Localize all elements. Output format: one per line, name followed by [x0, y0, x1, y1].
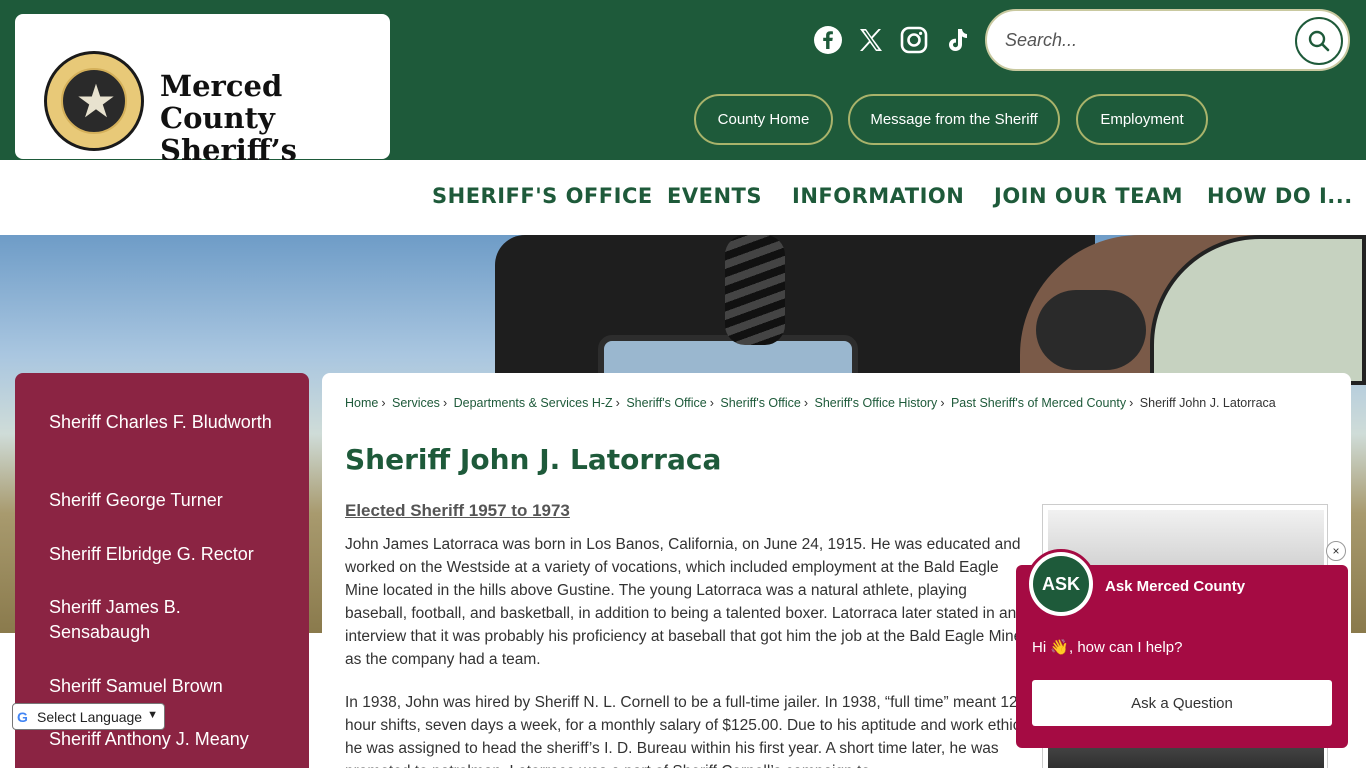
nav-information[interactable]: INFORMATION	[792, 184, 964, 208]
sidebar-item-rector[interactable]: Sheriff Elbridge G. Rector	[49, 542, 279, 567]
language-select-label: Select Language	[37, 708, 143, 725]
breadcrumb-separator: ›	[709, 396, 714, 410]
ask-question-button[interactable]: Ask a Question	[1032, 680, 1332, 726]
nav-sheriffs-office[interactable]: SHERIFF'S OFFICE	[432, 184, 653, 208]
breadcrumb-home[interactable]: Home	[345, 396, 378, 410]
breadcrumb-sheriffs-office[interactable]: Sheriff's Office	[626, 396, 706, 410]
section-subheading: Elected Sheriff 1957 to 1973	[345, 501, 570, 520]
breadcrumb-separator: ›	[381, 396, 386, 410]
search-box	[985, 9, 1350, 71]
sidebar-item-turner[interactable]: Sheriff George Turner	[49, 488, 279, 513]
sidebar-item-bludworth[interactable]: Sheriff Charles F. Bludworth	[49, 410, 279, 435]
breadcrumb-departments[interactable]: Departments & Services H-Z	[454, 396, 613, 410]
message-from-sheriff-button[interactable]: Message from the Sheriff	[848, 94, 1060, 145]
language-select[interactable]: G Select Language ▼	[12, 703, 165, 730]
breadcrumb-past-sheriffs[interactable]: Past Sheriff's of Merced County	[951, 396, 1126, 410]
breadcrumb-services[interactable]: Services	[392, 396, 440, 410]
breadcrumb-separator: ›	[442, 396, 448, 410]
chat-title: Ask Merced County	[1105, 578, 1246, 595]
site-logo[interactable]: ★ Merced County Sheriff’s Office	[15, 14, 390, 198]
logo-line-1: Merced County	[160, 69, 283, 135]
breadcrumb-separator: ›	[615, 396, 620, 410]
instagram-icon[interactable]	[898, 24, 930, 56]
tiktok-icon[interactable]	[941, 24, 973, 56]
sidebar-item-brown[interactable]: Sheriff Samuel Brown	[49, 674, 279, 699]
google-translate-icon: G	[17, 708, 28, 725]
chevron-down-icon: ▼	[147, 709, 158, 721]
breadcrumb: Home › Services › Departments & Services H…	[345, 396, 1276, 410]
county-home-button[interactable]: County Home	[694, 94, 833, 145]
breadcrumb-separator: ›	[940, 396, 945, 410]
breadcrumb-history[interactable]: Sheriff's Office History	[815, 396, 938, 410]
sidebar-item-meany[interactable]: Sheriff Anthony J. Meany	[49, 727, 279, 752]
hero-glasses	[1036, 290, 1146, 370]
search-icon	[1308, 30, 1330, 52]
breadcrumb-separator: ›	[803, 396, 809, 410]
sidebar-item-sensabaugh[interactable]: Sheriff James B. Sensabaugh	[49, 595, 209, 645]
site-header: ★ Merced County Sheriff’s Office County …	[0, 0, 1366, 198]
main-nav: SHERIFF'S OFFICE EVENTS INFORMATION JOIN…	[0, 160, 1366, 235]
nav-events[interactable]: EVENTS	[667, 184, 762, 208]
bio-paragraph-2: In 1938, John was hired by Sheriff N. L.…	[345, 694, 1025, 768]
breadcrumb-separator: ›	[1129, 396, 1134, 410]
bio-paragraph-1: John James Latorraca was born in Los Ban…	[345, 536, 1023, 668]
nav-join-our-team[interactable]: JOIN OUR TEAM	[994, 184, 1183, 208]
ask-icon: ASK	[1033, 556, 1089, 612]
chat-greeting: Hi 👋, how can I help?	[1032, 639, 1183, 656]
breadcrumb-sheriffs-office-2[interactable]: Sheriff's Office	[720, 396, 800, 410]
nav-how-do-i[interactable]: HOW DO I...	[1207, 184, 1353, 208]
facebook-icon[interactable]	[812, 24, 844, 56]
close-icon[interactable]: ×	[1326, 541, 1346, 561]
sheriff-badge-icon: ★	[44, 51, 144, 151]
chat-avatar: ASK	[1026, 549, 1096, 619]
search-input[interactable]	[1005, 25, 1285, 55]
employment-button[interactable]: Employment	[1076, 94, 1208, 145]
x-icon[interactable]	[855, 24, 887, 56]
search-button[interactable]	[1295, 17, 1343, 65]
hero-cord	[725, 235, 785, 345]
page-title: Sheriff John J. Latorraca	[345, 443, 722, 476]
breadcrumb-current: Sheriff John J. Latorraca	[1139, 396, 1276, 410]
